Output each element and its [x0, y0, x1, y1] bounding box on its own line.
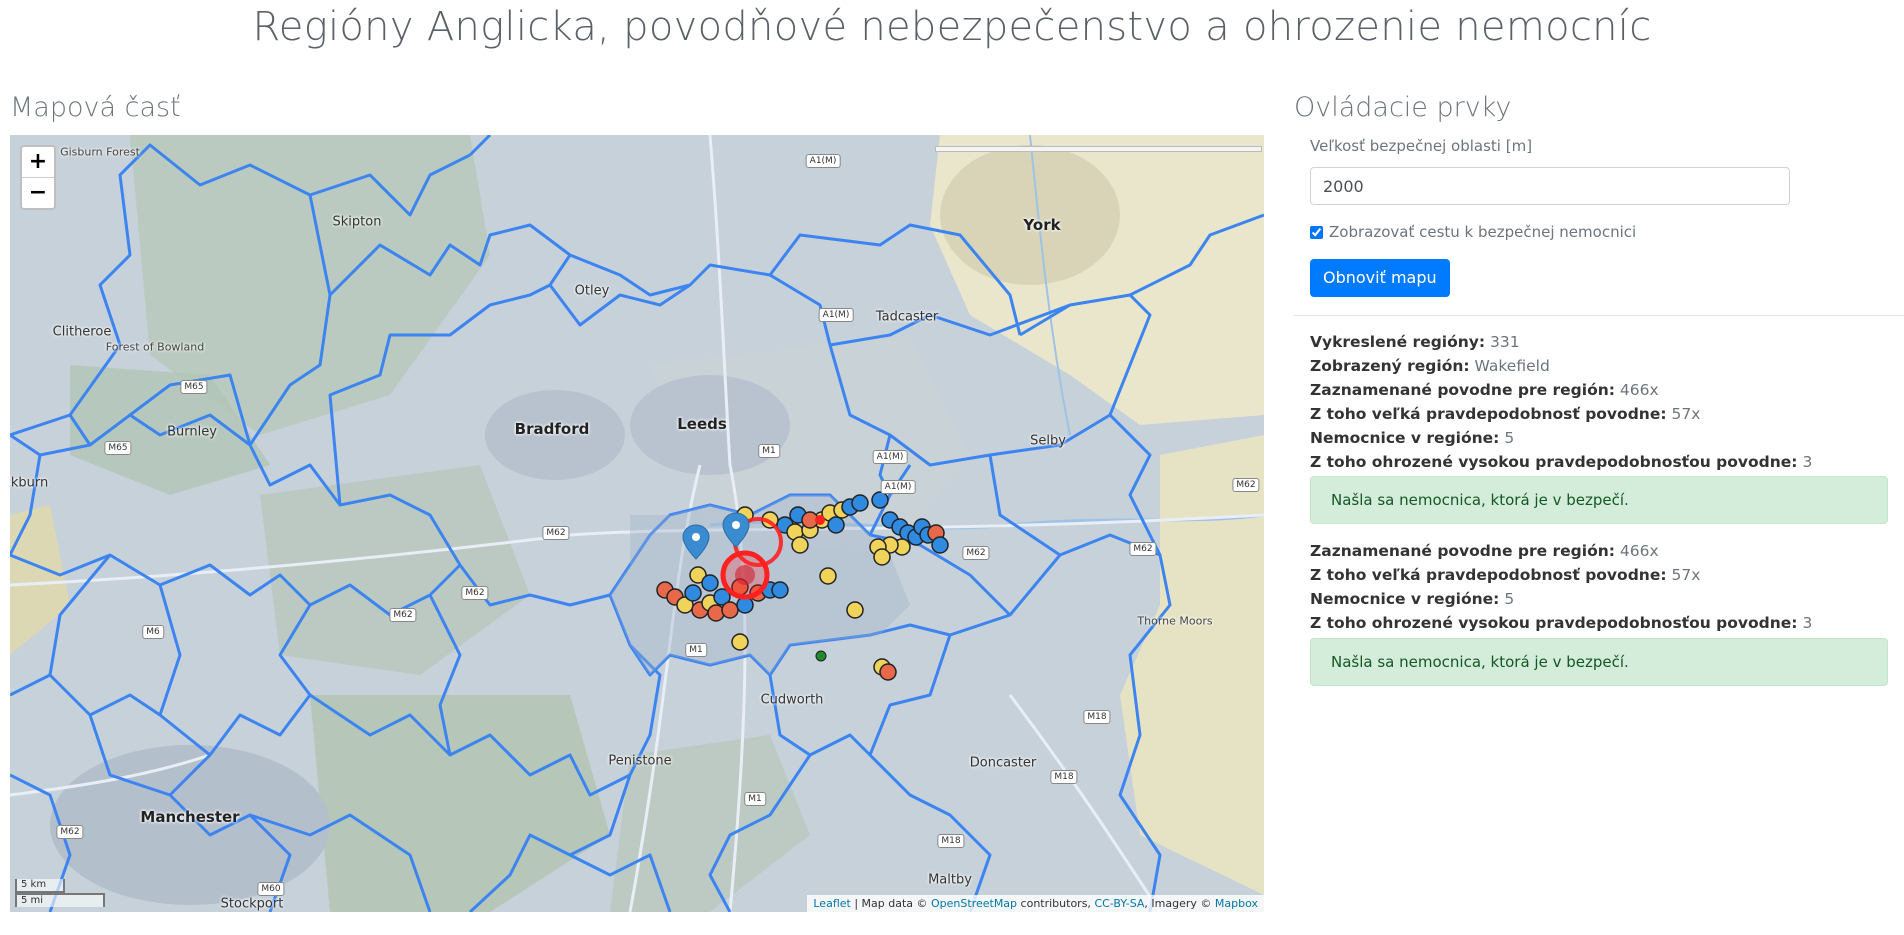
- show-path-label: Zobrazovať cestu k bezpečnej nemocnici: [1329, 223, 1637, 241]
- road-shield: A1(M): [872, 450, 908, 464]
- attribution-text: , Imagery ©: [1144, 897, 1215, 910]
- place-label: Selby: [1030, 433, 1066, 449]
- road-shield: M62: [389, 608, 417, 622]
- show-path-checkbox[interactable]: [1310, 225, 1323, 239]
- road-shield: M18: [937, 834, 965, 848]
- road-shield: M65: [104, 441, 132, 455]
- place-label: Thorne Moors: [1137, 614, 1213, 628]
- place-label: Tadcaster: [875, 309, 939, 325]
- place-label: York: [1023, 216, 1061, 234]
- high-prob-value: 57x: [1671, 405, 1701, 423]
- drawn-regions-label: Vykreslené regióny:: [1310, 333, 1486, 351]
- threatened-label: Z toho ohrozené vysokou pravdepodobnosťo…: [1310, 614, 1798, 632]
- hospitals-value: 5: [1504, 590, 1515, 608]
- floods-row: Zaznamenané povodne pre región: 466x: [1310, 539, 1659, 563]
- attribution-text: contributors,: [1017, 897, 1095, 910]
- high-prob-label: Z toho veľká pravdepodobnosť povodne:: [1310, 566, 1667, 584]
- place-label: Cudworth: [760, 692, 824, 708]
- leaflet-link[interactable]: Leaflet: [813, 897, 850, 910]
- map-scale: 5 km 5 mi: [15, 879, 105, 907]
- floods-value: 466x: [1619, 542, 1659, 560]
- road-shield: M18: [1050, 770, 1078, 784]
- attribution-text: | Map data ©: [850, 897, 932, 910]
- threatened-label: Z toho ohrozené vysokou pravdepodobnosťo…: [1310, 453, 1798, 471]
- place-label: Manchester: [140, 808, 240, 826]
- road-shield: M62: [542, 526, 570, 540]
- place-label: Clitheroe: [52, 324, 112, 340]
- scale-mi: 5 mi: [15, 893, 105, 907]
- divider: [1294, 315, 1904, 316]
- safe-hospital-alert: Našla sa nemocnica, ktorá je v bezpečí.: [1310, 476, 1888, 524]
- hospitals-row: Nemocnice v regióne: 5: [1310, 426, 1514, 450]
- place-label: Penistone: [608, 753, 672, 769]
- shown-region-row: Zobrazený región: Wakefield: [1310, 354, 1550, 378]
- place-label: Forest of Bowland: [105, 340, 205, 354]
- place-label: Otley: [574, 283, 610, 299]
- road-shield: M1: [685, 643, 707, 657]
- zoom-control: + −: [20, 145, 56, 210]
- safe-area-label: Veľkosť bezpečnej oblasti [m]: [1310, 137, 1533, 155]
- shown-region-label: Zobrazený región:: [1310, 357, 1470, 375]
- high-prob-row: Z toho veľká pravdepodobnosť povodne: 57…: [1310, 563, 1700, 587]
- drawn-regions-row: Vykreslené regióny: 331: [1310, 330, 1520, 354]
- road-shield: M62: [1232, 478, 1260, 492]
- zoom-in-button[interactable]: +: [22, 147, 54, 177]
- threatened-row: Z toho ohrozené vysokou pravdepodobnosťo…: [1310, 611, 1812, 635]
- mapbox-link[interactable]: Mapbox: [1215, 897, 1258, 910]
- refresh-map-button[interactable]: Obnoviť mapu: [1310, 259, 1450, 297]
- map-attribution: Leaflet | Map data © OpenStreetMap contr…: [807, 895, 1264, 912]
- road-shield: M1: [744, 792, 766, 806]
- hospitals-value: 5: [1504, 429, 1515, 447]
- threatened-value: 3: [1802, 614, 1813, 632]
- road-shield: A1(M): [805, 154, 841, 168]
- safe-area-input[interactable]: [1310, 167, 1790, 205]
- hospitals-label: Nemocnice v regióne:: [1310, 590, 1500, 608]
- show-path-option[interactable]: Zobrazovať cestu k bezpečnej nemocnici: [1310, 223, 1636, 241]
- road-shield: M62: [1129, 542, 1157, 556]
- place-label: Bradford: [514, 420, 590, 438]
- hospitals-row: Nemocnice v regióne: 5: [1310, 587, 1514, 611]
- road-shield: M65: [180, 380, 208, 394]
- road-shield: M60: [257, 882, 285, 896]
- road-shield: M18: [1083, 710, 1111, 724]
- floods-row: Zaznamenané povodne pre región: 466x: [1310, 378, 1659, 402]
- page-title: Regióny Anglicka, povodňové nebezpečenst…: [252, 4, 1652, 50]
- road-shield: M1: [758, 444, 780, 458]
- place-label: Leeds: [677, 415, 727, 433]
- place-label: Maltby: [928, 872, 972, 888]
- zoom-out-button[interactable]: −: [22, 177, 54, 208]
- drawn-regions-value: 331: [1490, 333, 1520, 351]
- high-prob-row: Z toho veľká pravdepodobnosť povodne: 57…: [1310, 402, 1700, 426]
- place-label: Gisburn Forest: [60, 145, 140, 159]
- map-section-title: Mapová časť: [10, 92, 181, 123]
- place-label: Stockport: [220, 896, 284, 912]
- high-prob-value: 57x: [1671, 566, 1701, 584]
- floods-label: Zaznamenané povodne pre región:: [1310, 542, 1615, 560]
- map-container[interactable]: + − Gisburn Forest Skipton York Otley Ta…: [10, 135, 1264, 912]
- road-shield: M62: [461, 586, 489, 600]
- road-shield: M62: [962, 546, 990, 560]
- hospitals-label: Nemocnice v regióne:: [1310, 429, 1500, 447]
- scale-km: 5 km: [15, 879, 65, 893]
- threatened-row: Z toho ohrozené vysokou pravdepodobnosťo…: [1310, 450, 1812, 474]
- controls-section-title: Ovládacie prvky: [1294, 92, 1512, 123]
- road-shield: A1(M): [818, 308, 854, 322]
- road-shield: M62: [56, 825, 84, 839]
- place-label: Skipton: [332, 214, 382, 230]
- shown-region-value: Wakefield: [1474, 357, 1550, 375]
- map-top-bar: [935, 146, 1262, 152]
- place-label: Burnley: [167, 424, 217, 440]
- flood-layer: [656, 491, 949, 681]
- high-prob-label: Z toho veľká pravdepodobnosť povodne:: [1310, 405, 1667, 423]
- place-label: Doncaster: [969, 755, 1037, 771]
- floods-label: Zaznamenané povodne pre región:: [1310, 381, 1615, 399]
- threatened-value: 3: [1802, 453, 1813, 471]
- floods-value: 466x: [1619, 381, 1659, 399]
- road-shield: A1(M): [880, 480, 916, 494]
- road-shield: M6: [142, 625, 164, 639]
- osm-link[interactable]: OpenStreetMap: [931, 897, 1017, 910]
- place-label: ckburn: [10, 475, 49, 491]
- safe-hospital-alert: Našla sa nemocnica, ktorá je v bezpečí.: [1310, 638, 1888, 686]
- license-link[interactable]: CC-BY-SA: [1094, 897, 1144, 910]
